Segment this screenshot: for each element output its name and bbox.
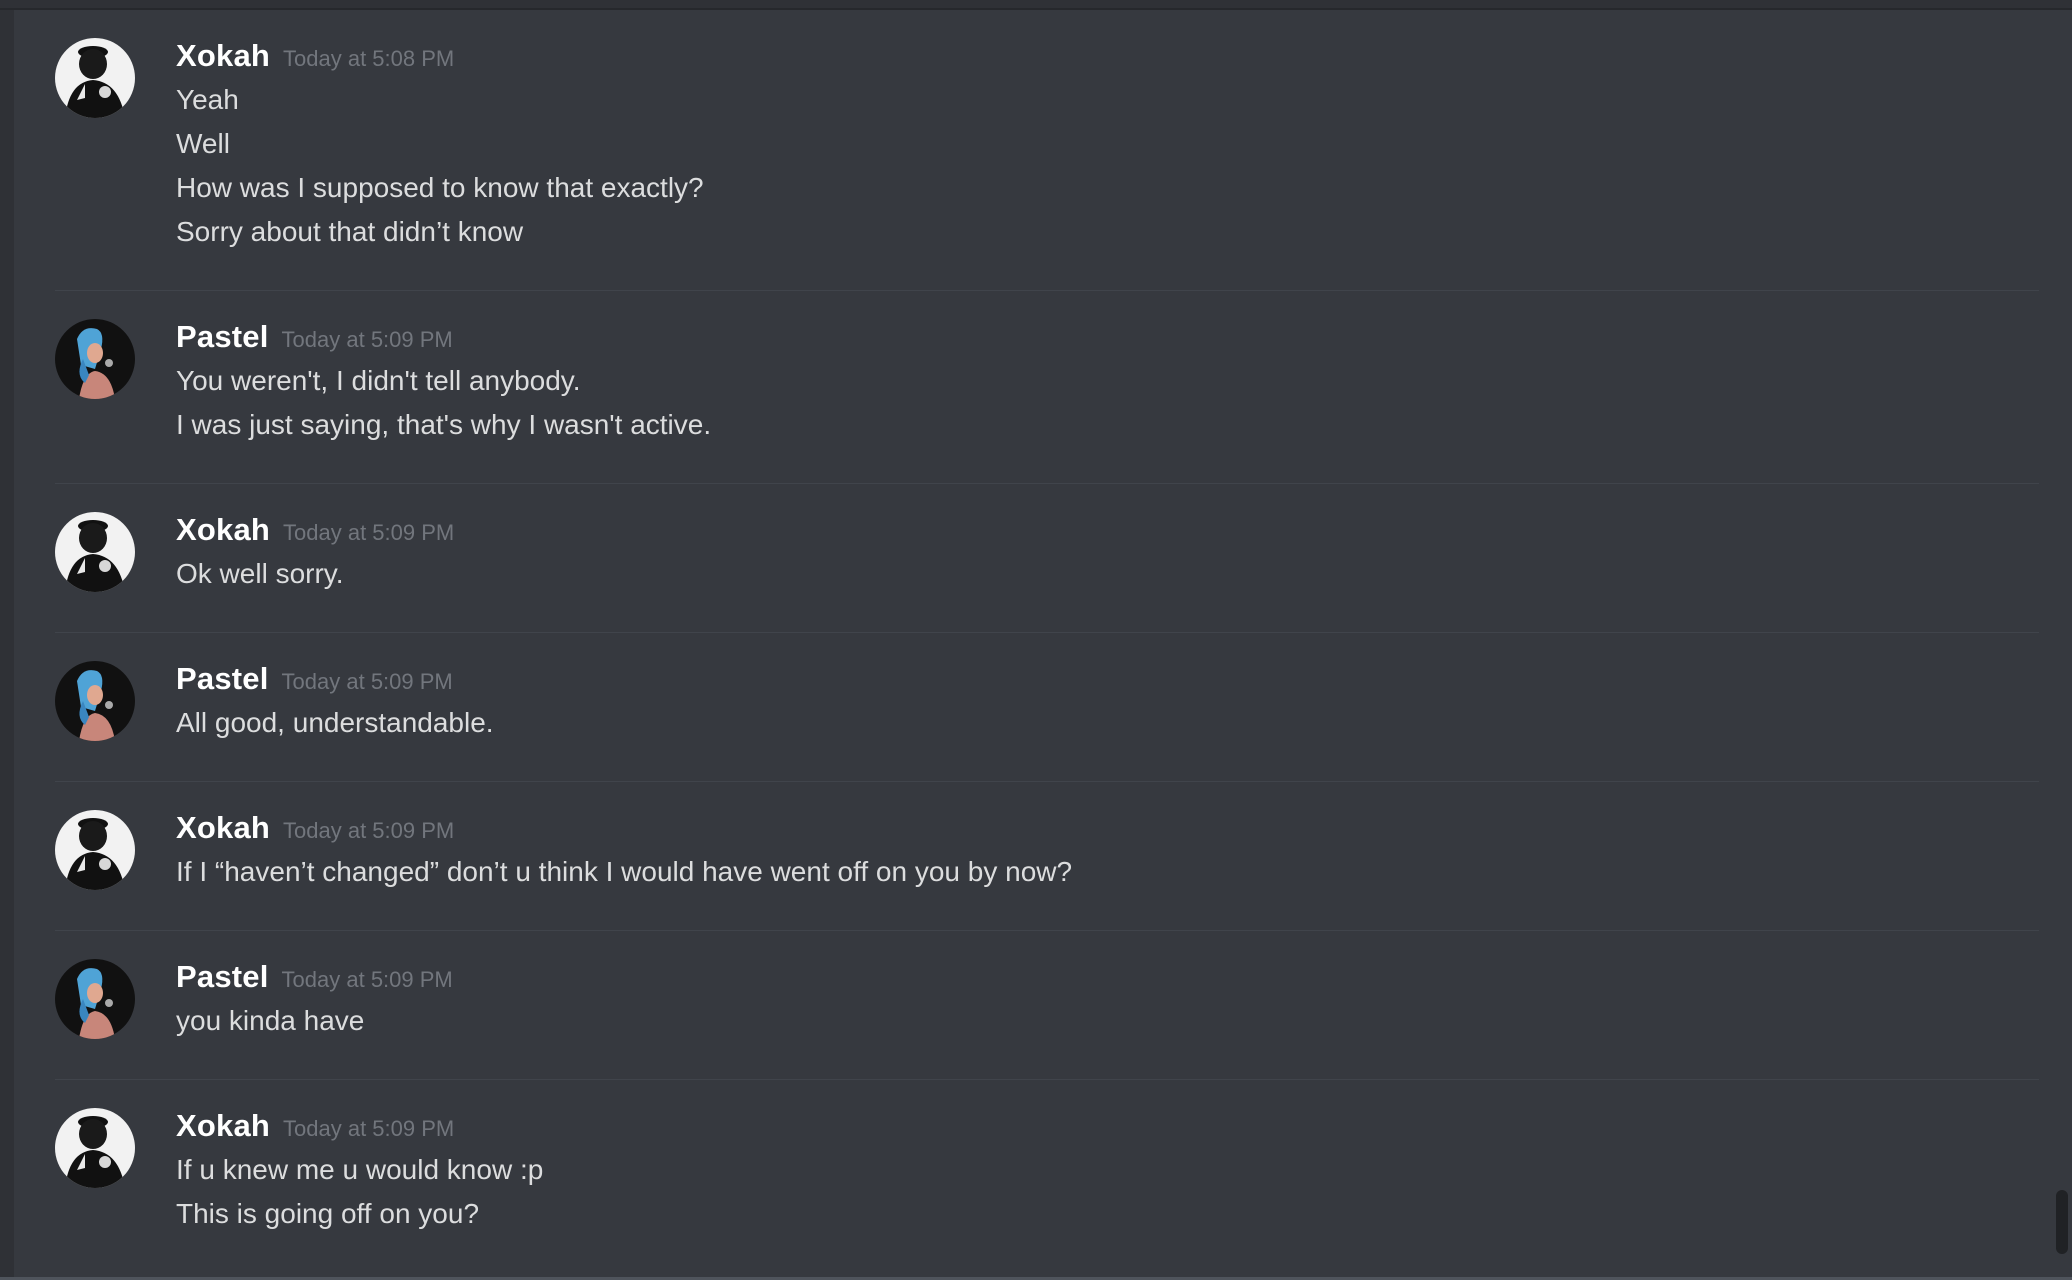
username[interactable]: Xokah	[176, 810, 270, 846]
message-header: Xokah Today at 5:08 PM	[176, 38, 2039, 78]
message-content: Pastel Today at 5:09 PM All good, unders…	[176, 661, 2039, 745]
message-header: Xokah Today at 5:09 PM	[176, 1108, 2039, 1148]
username[interactable]: Pastel	[176, 319, 269, 355]
timestamp[interactable]: Today at 5:09 PM	[283, 520, 454, 546]
message-header: Xokah Today at 5:09 PM	[176, 810, 2039, 850]
xokah-avatar-icon[interactable]	[55, 810, 135, 890]
timestamp[interactable]: Today at 5:09 PM	[283, 818, 454, 844]
chat-window: Xokah Today at 5:08 PM Yeah Well How was…	[0, 0, 2072, 1280]
pastel-avatar-icon[interactable]	[55, 959, 135, 1039]
pastel-avatar-icon[interactable]	[55, 661, 135, 741]
message-content: Xokah Today at 5:09 PM If u knew me u wo…	[176, 1108, 2039, 1236]
message-group[interactable]: Xokah Today at 5:09 PM If I “haven’t cha…	[55, 782, 2039, 931]
xokah-avatar-icon[interactable]	[55, 38, 135, 118]
timestamp[interactable]: Today at 5:09 PM	[282, 967, 453, 993]
message-text: I was just saying, that's why I wasn't a…	[176, 409, 712, 440]
timestamp[interactable]: Today at 5:09 PM	[282, 327, 453, 353]
scrollbar-thumb[interactable]	[2056, 1190, 2068, 1254]
message-group[interactable]: Xokah Today at 5:09 PM If u knew me u wo…	[55, 1080, 2039, 1272]
xokah-avatar-icon[interactable]	[55, 1108, 135, 1188]
message-list[interactable]: Xokah Today at 5:08 PM Yeah Well How was…	[55, 10, 2039, 1272]
message-text: you kinda have	[176, 1005, 365, 1036]
message-text: How was I supposed to know that exactly?	[176, 172, 704, 203]
username[interactable]: Xokah	[176, 38, 270, 74]
message-text: Yeah	[176, 84, 239, 115]
message-text: Sorry about that didn’t know	[176, 216, 524, 247]
message-text: You weren't, I didn't tell anybody.	[176, 365, 581, 396]
username[interactable]: Xokah	[176, 512, 270, 548]
timestamp[interactable]: Today at 5:08 PM	[283, 46, 454, 72]
message-group[interactable]: Xokah Today at 5:09 PM Ok well sorry.	[55, 484, 2039, 633]
message-group[interactable]: Pastel Today at 5:09 PM All good, unders…	[55, 633, 2039, 782]
message-content: Pastel Today at 5:09 PM You weren't, I d…	[176, 319, 2039, 447]
message-group[interactable]: Xokah Today at 5:08 PM Yeah Well How was…	[55, 10, 2039, 291]
xokah-avatar-icon[interactable]	[55, 512, 135, 592]
timestamp[interactable]: Today at 5:09 PM	[283, 1116, 454, 1142]
message-content: Xokah Today at 5:09 PM If I “haven’t cha…	[176, 810, 2039, 894]
timestamp[interactable]: Today at 5:09 PM	[282, 669, 453, 695]
top-divider	[0, 0, 2072, 10]
message-content: Xokah Today at 5:09 PM Ok well sorry.	[176, 512, 2039, 596]
message-header: Pastel Today at 5:09 PM	[176, 661, 2039, 701]
username[interactable]: Pastel	[176, 661, 269, 697]
message-text: This is going off on you?	[176, 1198, 480, 1229]
message-header: Pastel Today at 5:09 PM	[176, 319, 2039, 359]
message-header: Xokah Today at 5:09 PM	[176, 512, 2039, 552]
pastel-avatar-icon[interactable]	[55, 319, 135, 399]
message-group[interactable]: Pastel Today at 5:09 PM you kinda have	[55, 931, 2039, 1080]
message-text: Ok well sorry.	[176, 558, 344, 589]
message-header: Pastel Today at 5:09 PM	[176, 959, 2039, 999]
message-text: Well	[176, 128, 230, 159]
message-text: All good, understandable.	[176, 707, 494, 738]
message-text: If u knew me u would know :p	[176, 1154, 544, 1185]
username[interactable]: Xokah	[176, 1108, 270, 1144]
message-text: If I “haven’t changed” don’t u think I w…	[176, 856, 1073, 887]
message-group[interactable]: Pastel Today at 5:09 PM You weren't, I d…	[55, 291, 2039, 484]
left-panel-edge	[0, 0, 14, 1280]
message-content: Xokah Today at 5:08 PM Yeah Well How was…	[176, 38, 2039, 254]
username[interactable]: Pastel	[176, 959, 269, 995]
message-content: Pastel Today at 5:09 PM you kinda have	[176, 959, 2039, 1043]
